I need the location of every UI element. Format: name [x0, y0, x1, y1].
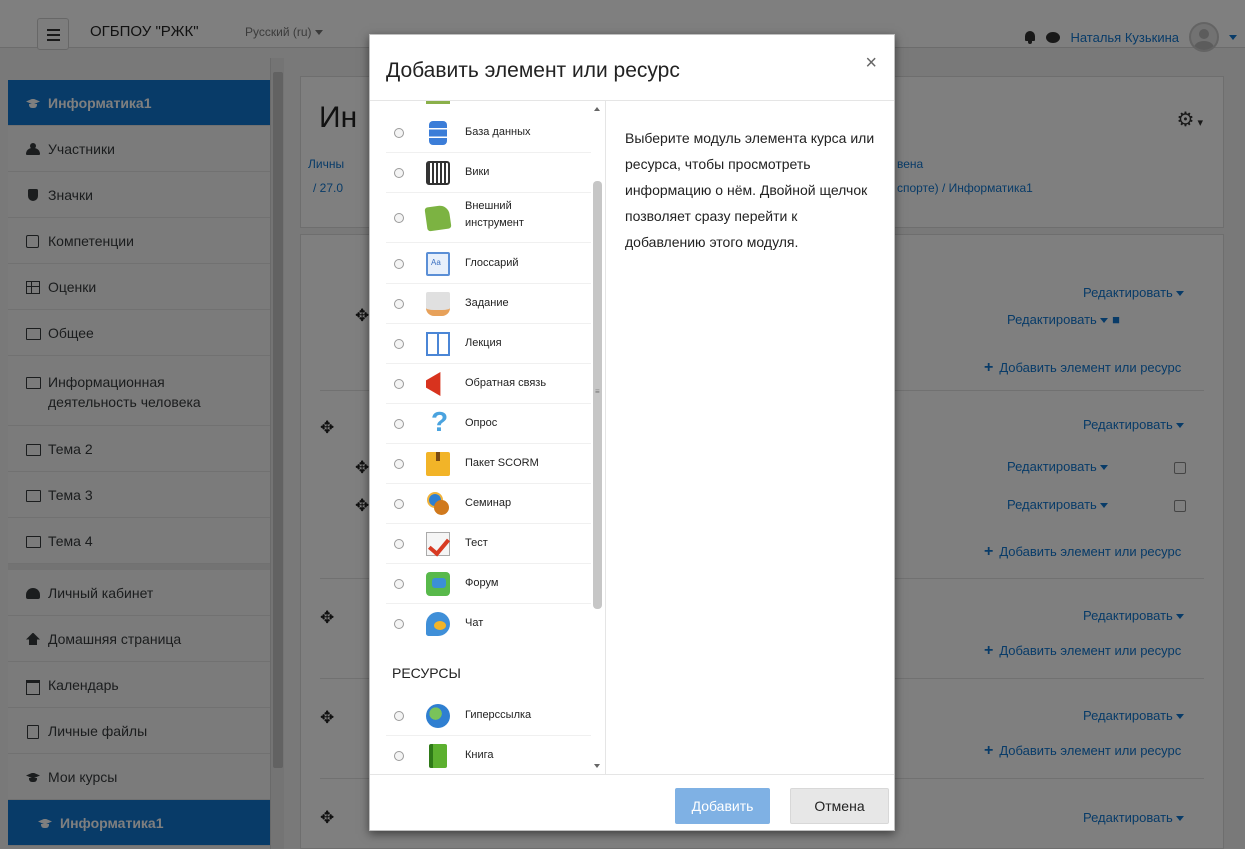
list-item[interactable]: Семинар [386, 484, 591, 524]
cancel-button[interactable]: Отмена [790, 788, 889, 824]
add-button[interactable]: Добавить [675, 788, 770, 824]
module-label: Семинар [465, 497, 512, 509]
radio-button[interactable] [394, 711, 404, 721]
radio-button[interactable] [394, 299, 404, 309]
url-icon [426, 704, 450, 728]
module-label: Лекция [465, 337, 502, 349]
module-label: Опрос [465, 417, 498, 429]
module-label: Вики [465, 166, 490, 178]
module-label: База данных [465, 126, 531, 138]
book-icon [429, 744, 447, 768]
radio-button[interactable] [394, 213, 404, 223]
module-label: Пакет SCORM [465, 457, 539, 469]
options-scrollbar[interactable]: ≡ [591, 101, 605, 774]
module-label: Тест [465, 537, 488, 549]
scroll-up-arrow-icon[interactable] [594, 107, 600, 111]
list-item[interactable]: Книга [386, 736, 591, 774]
list-item[interactable]: Гиперссылка [386, 696, 591, 736]
module-icon-partial [426, 101, 450, 104]
list-item[interactable]: Пакет SCORM [386, 444, 591, 484]
list-item[interactable]: Опрос [386, 404, 591, 444]
radio-button[interactable] [394, 751, 404, 761]
puzzle-icon [424, 204, 452, 232]
radio-button[interactable] [394, 539, 404, 549]
forum-icon [426, 572, 450, 596]
dialog-header: Добавить элемент или ресурс × [370, 35, 894, 101]
list-item[interactable]: Тест [386, 524, 591, 564]
chat-icon [426, 612, 450, 636]
resources-heading: РЕСУРСЫ [392, 665, 461, 681]
dialog-title: Добавить элемент или ресурс [386, 59, 680, 82]
radio-button[interactable] [394, 128, 404, 138]
module-label: Обратная связь [465, 377, 547, 389]
radio-button[interactable] [394, 339, 404, 349]
scorm-package-icon [426, 452, 450, 476]
list-item[interactable]: Лекция [386, 324, 591, 364]
radio-button[interactable] [394, 379, 404, 389]
module-label: Книга [465, 749, 494, 761]
megaphone-icon [426, 372, 441, 396]
module-label: Задание [465, 297, 509, 309]
scrollbar-grip-icon: ≡ [595, 387, 600, 396]
list-item[interactable]: Чат [386, 604, 591, 644]
radio-button[interactable] [394, 579, 404, 589]
module-label: Внешний инструмент [465, 200, 524, 229]
list-item[interactable]: Обратная связь [386, 364, 591, 404]
assignment-icon [426, 292, 450, 316]
quiz-icon [426, 532, 450, 556]
scroll-down-arrow-icon[interactable] [594, 764, 600, 768]
module-options-list: База данных Вики Внешний инструмент Глос… [370, 101, 606, 774]
module-label: Форум [465, 577, 499, 589]
database-icon [429, 121, 447, 145]
module-label: Чат [465, 617, 484, 629]
radio-button[interactable] [394, 459, 404, 469]
module-label: Глоссарий [465, 257, 519, 269]
list-item[interactable]: Внешний инструмент [386, 193, 591, 243]
list-item[interactable]: Вики [386, 153, 591, 193]
list-item[interactable]: Глоссарий [386, 244, 591, 284]
glossary-icon [426, 252, 450, 276]
activity-chooser-dialog: Добавить элемент или ресурс × База данны… [369, 34, 895, 831]
list-item[interactable]: Задание [386, 284, 591, 324]
question-icon [426, 406, 450, 438]
radio-button[interactable] [394, 168, 404, 178]
wiki-icon [426, 161, 450, 185]
radio-button[interactable] [394, 499, 404, 509]
list-item[interactable]: База данных [386, 113, 591, 153]
module-label: Гиперссылка [465, 709, 532, 721]
lesson-icon [426, 332, 450, 356]
radio-button[interactable] [394, 259, 404, 269]
radio-button[interactable] [394, 419, 404, 429]
close-icon[interactable]: × [865, 52, 877, 75]
list-item[interactable]: Форум [386, 564, 591, 604]
dialog-footer: Добавить Отмена [370, 774, 894, 830]
workshop-icon [426, 492, 450, 516]
module-info-text: Выберите модуль элемента курса или ресур… [625, 130, 875, 250]
radio-button[interactable] [394, 619, 404, 629]
